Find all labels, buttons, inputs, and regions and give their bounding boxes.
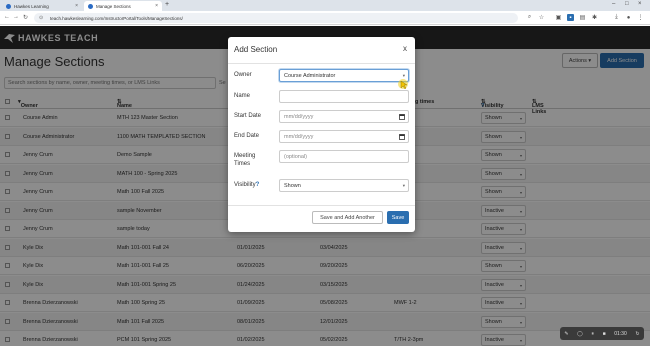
profile-icon[interactable]: ● xyxy=(625,14,632,21)
close-window-icon[interactable]: × xyxy=(638,1,642,7)
close-icon[interactable]: x xyxy=(403,44,407,53)
save-button[interactable]: Save xyxy=(387,211,409,224)
webcam-icon[interactable]: ◯ xyxy=(577,331,583,337)
visibility-label-text: Visibility xyxy=(234,182,256,188)
minimize-icon[interactable]: – xyxy=(612,1,615,7)
meeting-times-label: Meeting Times xyxy=(234,153,255,167)
meeting-times-placeholder: (optional) xyxy=(284,153,307,160)
browser-tab-bar: Hawkes Learning × Manage Sections × + – … xyxy=(0,0,650,11)
new-tab-icon[interactable]: + xyxy=(165,1,169,8)
end-date-label: End Date xyxy=(234,133,260,139)
meeting-label-line1: Meeting xyxy=(234,153,256,159)
zoom-icon[interactable]: ⌕ xyxy=(526,14,533,21)
calendar-icon[interactable] xyxy=(399,133,405,140)
modal-footer-divider xyxy=(228,205,415,206)
name-label: Name xyxy=(234,93,251,99)
close-tab-icon[interactable]: × xyxy=(75,3,78,9)
recording-timer: 01:30 xyxy=(614,330,627,337)
browser-toolbar: ← → ↻ ⊙ teach.hawkeslearning.com/Instruc… xyxy=(0,11,650,25)
meeting-label-line2: Times xyxy=(234,161,251,167)
url-bar[interactable]: ⊙ teach.hawkeslearning.com/InstructorPor… xyxy=(34,13,518,23)
owner-select[interactable]: Course Administrator ▾ xyxy=(279,69,409,82)
bookmark-star-icon[interactable]: ☆ xyxy=(538,14,545,21)
add-section-modal: Add Section x Owner Course Administrator… xyxy=(228,37,415,232)
end-date-input[interactable]: mm/dd/yyyy xyxy=(279,130,409,143)
restart-icon[interactable]: ↻ xyxy=(635,331,639,337)
visibility-select-value: Shown xyxy=(284,182,301,189)
favicon-icon xyxy=(6,3,11,9)
name-input[interactable] xyxy=(279,90,409,103)
owner-label: Owner xyxy=(234,72,252,78)
start-date-label: Start Date xyxy=(234,113,262,119)
modal-divider xyxy=(228,63,415,64)
extension-icon[interactable]: ▪ xyxy=(567,14,574,21)
end-date-placeholder: mm/dd/yyyy xyxy=(284,133,314,140)
browser-tab[interactable]: Hawkes Learning × xyxy=(2,1,82,11)
chevron-down-icon: ▾ xyxy=(402,183,405,188)
back-icon[interactable]: ← xyxy=(4,14,10,20)
mouse-cursor-icon xyxy=(398,79,408,90)
save-and-add-another-button[interactable]: Save and Add Another xyxy=(312,211,383,224)
help-icon[interactable]: ? xyxy=(256,182,260,188)
pen-icon[interactable]: ✎ xyxy=(564,331,568,337)
screen-recorder-bar: ✎ ◯ ⏸ ■ 01:30 ↻ xyxy=(560,327,644,340)
browser-tab-active[interactable]: Manage Sections × xyxy=(84,1,162,11)
stop-icon[interactable]: ■ xyxy=(603,331,606,337)
download-icon[interactable]: ⤓ xyxy=(613,14,620,21)
visibility-select[interactable]: Shown ▾ xyxy=(279,179,409,192)
browser-tab-label: Hawkes Learning xyxy=(14,3,49,9)
modal-title: Add Section xyxy=(234,45,278,54)
site-info-icon[interactable]: ⊙ xyxy=(39,15,43,21)
menu-kebab-icon[interactable]: ⋮ xyxy=(637,14,644,21)
visibility-label: Visibility? xyxy=(234,182,259,188)
favicon-icon xyxy=(88,3,93,9)
extension-icon[interactable]: ▣ xyxy=(555,14,562,21)
pause-icon[interactable]: ⏸ xyxy=(591,331,594,337)
owner-select-value: Course Administrator xyxy=(284,72,336,79)
maximize-icon[interactable]: □ xyxy=(625,1,629,7)
reload-icon[interactable]: ↻ xyxy=(23,14,28,21)
calendar-icon[interactable] xyxy=(399,113,405,120)
start-date-placeholder: mm/dd/yyyy xyxy=(284,113,314,120)
close-tab-icon[interactable]: × xyxy=(155,3,158,9)
extensions-puzzle-icon[interactable]: ✱ xyxy=(591,14,598,21)
start-date-input[interactable]: mm/dd/yyyy xyxy=(279,110,409,123)
meeting-times-input[interactable]: (optional) xyxy=(279,150,409,163)
forward-icon[interactable]: → xyxy=(13,14,19,20)
extension-icon[interactable]: ▤ xyxy=(579,14,586,21)
url-text: teach.hawkeslearning.com/InstructorPorta… xyxy=(50,15,183,21)
browser-tab-label: Manage Sections xyxy=(96,3,131,9)
